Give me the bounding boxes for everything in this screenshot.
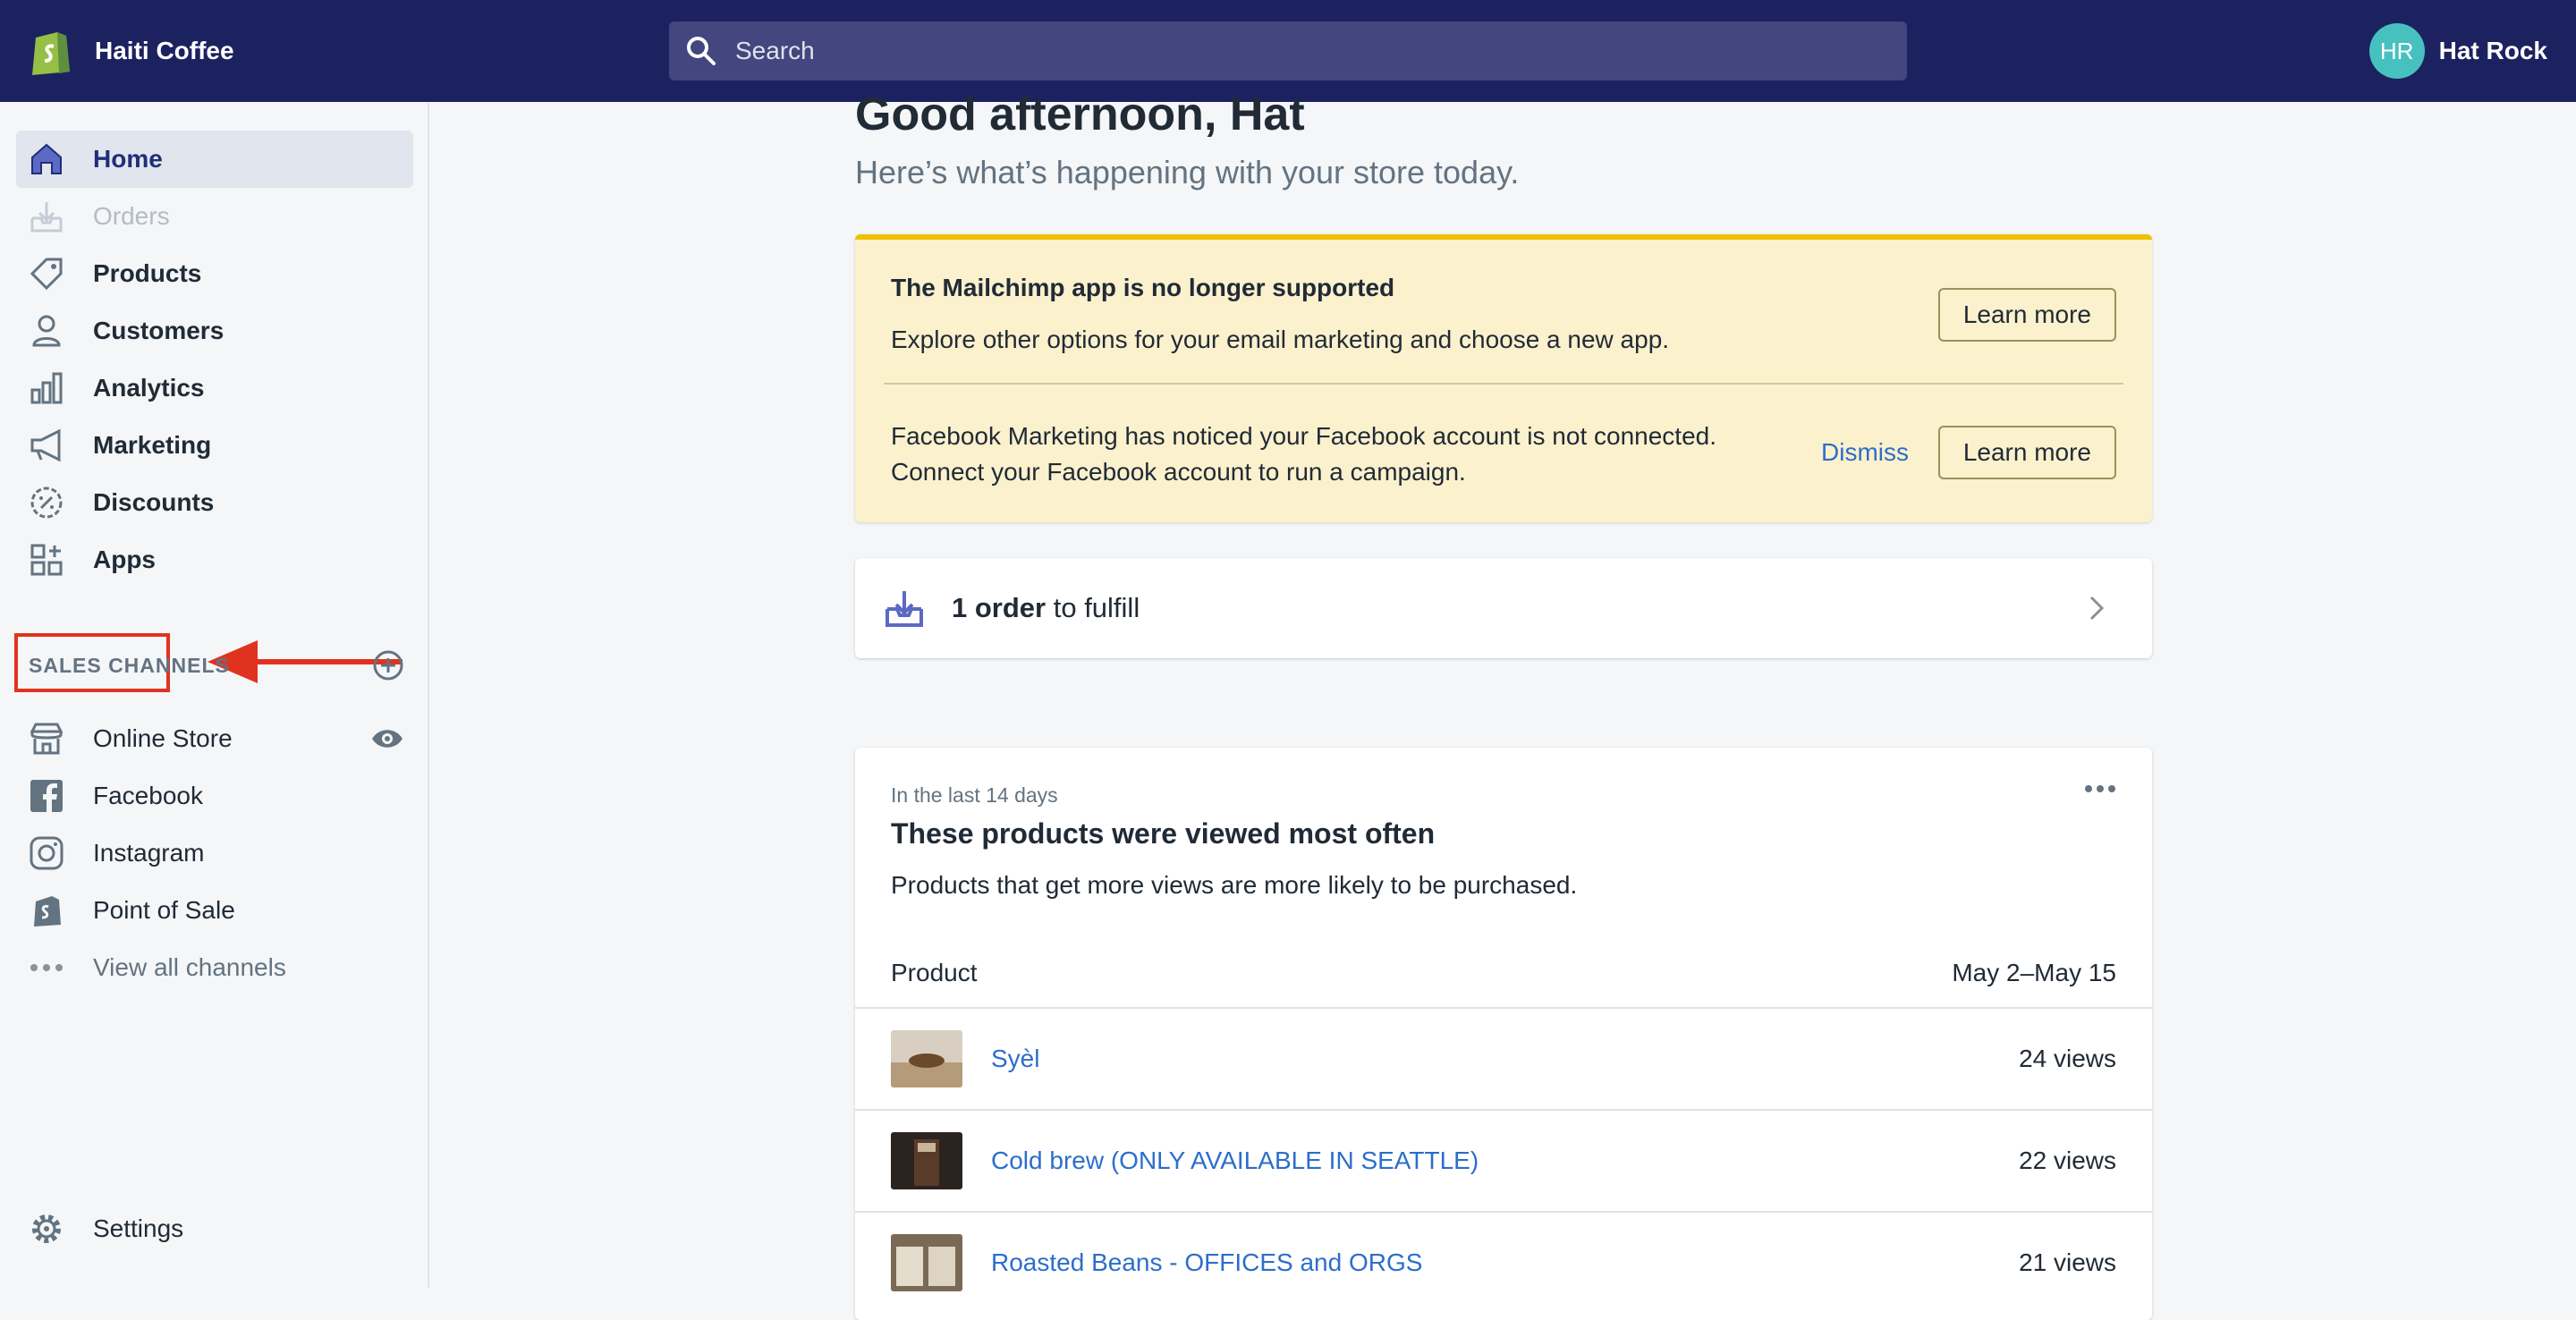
sidebar-item-instagram[interactable]: Instagram (16, 825, 413, 882)
sidebar-item-label: Discounts (93, 488, 215, 516)
learn-more-button[interactable]: Learn more (1937, 288, 2116, 342)
bar-chart-icon (27, 368, 66, 408)
column-header-product: Product (891, 959, 978, 986)
gear-icon (27, 1209, 66, 1248)
sidebar-item-customers[interactable]: Customers (16, 302, 413, 360)
column-header-date-range: May 2–May 15 (1952, 959, 2116, 986)
sidebar-item-label: Customers (93, 317, 225, 344)
user-menu[interactable]: HR Hat Rock (2368, 23, 2547, 79)
page-title: Good afternoon, Hat (855, 89, 1305, 140)
product-link[interactable]: Syèl (991, 1045, 1039, 1073)
sidebar-item-label: Instagram (93, 839, 205, 867)
discount-icon (27, 483, 66, 522)
sidebar-item-label: Home (93, 145, 163, 173)
sidebar-item-marketing[interactable]: Marketing (16, 417, 413, 474)
mailchimp-notice: The Mailchimp app is no longer supported… (855, 240, 2152, 383)
dismiss-link[interactable]: Dismiss (1821, 438, 1909, 467)
store-name: Haiti Coffee (95, 37, 234, 64)
facebook-notice-line: Facebook Marketing has noticed your Face… (891, 422, 1716, 450)
home-icon (27, 140, 66, 179)
facebook-notice-text: Facebook Marketing has noticed your Face… (891, 419, 1716, 490)
sidebar-item-label: Orders (93, 202, 170, 230)
sidebar-item-orders[interactable]: Orders (16, 188, 413, 245)
facebook-icon (27, 776, 66, 816)
more-options-icon[interactable] (2084, 780, 2116, 798)
apps-icon (27, 540, 66, 580)
sidebar-item-label: Apps (93, 546, 156, 573)
product-thumbnail (891, 1132, 962, 1189)
megaphone-icon (27, 426, 66, 465)
orders-to-fulfill-card[interactable]: 1 order to fulfill (855, 558, 2152, 658)
card-title: These products were viewed most often (891, 817, 1436, 850)
top-bar: Haiti Coffee HR Hat Rock (0, 0, 2576, 102)
sidebar-item-home[interactable]: Home (16, 131, 413, 188)
sidebar-item-label: Marketing (93, 431, 212, 459)
sidebar: Home Orders Products Customers Analytics… (0, 102, 429, 1288)
sidebar-item-discounts[interactable]: Discounts (16, 474, 413, 531)
order-suffix: to fulfill (1046, 592, 1140, 623)
avatar: HR (2368, 23, 2425, 79)
instagram-icon (27, 833, 66, 873)
product-link[interactable]: Cold brew (ONLY AVAILABLE IN SEATTLE) (991, 1147, 1479, 1175)
store-brand[interactable]: Haiti Coffee (27, 25, 234, 77)
product-views: 24 views (2019, 1045, 2116, 1072)
search-input[interactable] (735, 37, 1809, 65)
sidebar-item-products[interactable]: Products (16, 245, 413, 302)
sidebar-item-label: Products (93, 259, 202, 287)
card-period: In the last 14 days (891, 783, 1058, 807)
sidebar-item-facebook[interactable]: Facebook (16, 767, 413, 825)
store-icon (27, 719, 66, 758)
banner-text: Explore other options for your email mar… (891, 326, 1670, 353)
chevron-right-icon (2089, 596, 2105, 621)
banner-title: The Mailchimp app is no longer supported (891, 274, 1395, 301)
sales-channels-title: SALES CHANNELS (29, 653, 230, 677)
sidebar-item-label: Online Store (93, 724, 233, 752)
person-icon (27, 311, 66, 351)
table-row: Roasted Beans - OFFICES and ORGS 21 view… (855, 1211, 2152, 1313)
more-icon (27, 948, 66, 987)
shopify-logo-icon (32, 32, 70, 75)
sidebar-item-view-all-channels[interactable]: View all channels (16, 939, 413, 996)
pos-icon (27, 891, 66, 930)
learn-more-button[interactable]: Learn more (1937, 426, 2116, 479)
sidebar-item-label: Facebook (93, 782, 203, 809)
top-products-card: In the last 14 days These products were … (855, 748, 2152, 1320)
tag-icon (27, 254, 66, 293)
product-link[interactable]: Roasted Beans - OFFICES and ORGS (991, 1248, 1422, 1277)
divider (884, 383, 2123, 385)
sidebar-item-online-store[interactable]: Online Store (16, 710, 413, 767)
sidebar-item-label: Settings (93, 1214, 184, 1242)
sidebar-item-point-of-sale[interactable]: Point of Sale (16, 882, 413, 939)
product-views: 21 views (2019, 1248, 2116, 1276)
orders-inbox-icon (886, 591, 923, 627)
user-name: Hat Rock (2438, 37, 2547, 64)
sidebar-item-label: Analytics (93, 374, 205, 402)
orders-summary: 1 order to fulfill (952, 592, 1140, 624)
table-row: Syèl 24 views (855, 1007, 2152, 1109)
sales-channels-header: SALES CHANNELS (29, 639, 404, 692)
product-thumbnail (891, 1234, 962, 1291)
eye-icon[interactable] (370, 725, 404, 752)
search-icon (687, 37, 716, 65)
sidebar-item-label: View all channels (93, 953, 286, 981)
main-content: Good afternoon, Hat Here’s what’s happen… (431, 89, 2576, 1320)
sidebar-item-settings[interactable]: Settings (16, 1200, 413, 1257)
product-thumbnail (891, 1030, 962, 1087)
sidebar-item-apps[interactable]: Apps (16, 531, 413, 588)
notification-banner: The Mailchimp app is no longer supported… (855, 234, 2152, 522)
facebook-notice-line: Connect your Facebook account to run a c… (891, 458, 1466, 486)
sidebar-item-label: Point of Sale (93, 896, 235, 924)
table-row: Cold brew (ONLY AVAILABLE IN SEATTLE) 22… (855, 1109, 2152, 1211)
add-channel-icon[interactable] (372, 649, 404, 681)
product-views: 22 views (2019, 1147, 2116, 1174)
orders-icon (27, 197, 66, 236)
sidebar-item-analytics[interactable]: Analytics (16, 360, 413, 417)
order-count: 1 order (952, 592, 1046, 623)
card-description: Products that get more views are more li… (891, 871, 1578, 899)
page-subtitle: Here’s what’s happening with your store … (855, 154, 1520, 190)
search-bar[interactable] (669, 21, 1907, 80)
